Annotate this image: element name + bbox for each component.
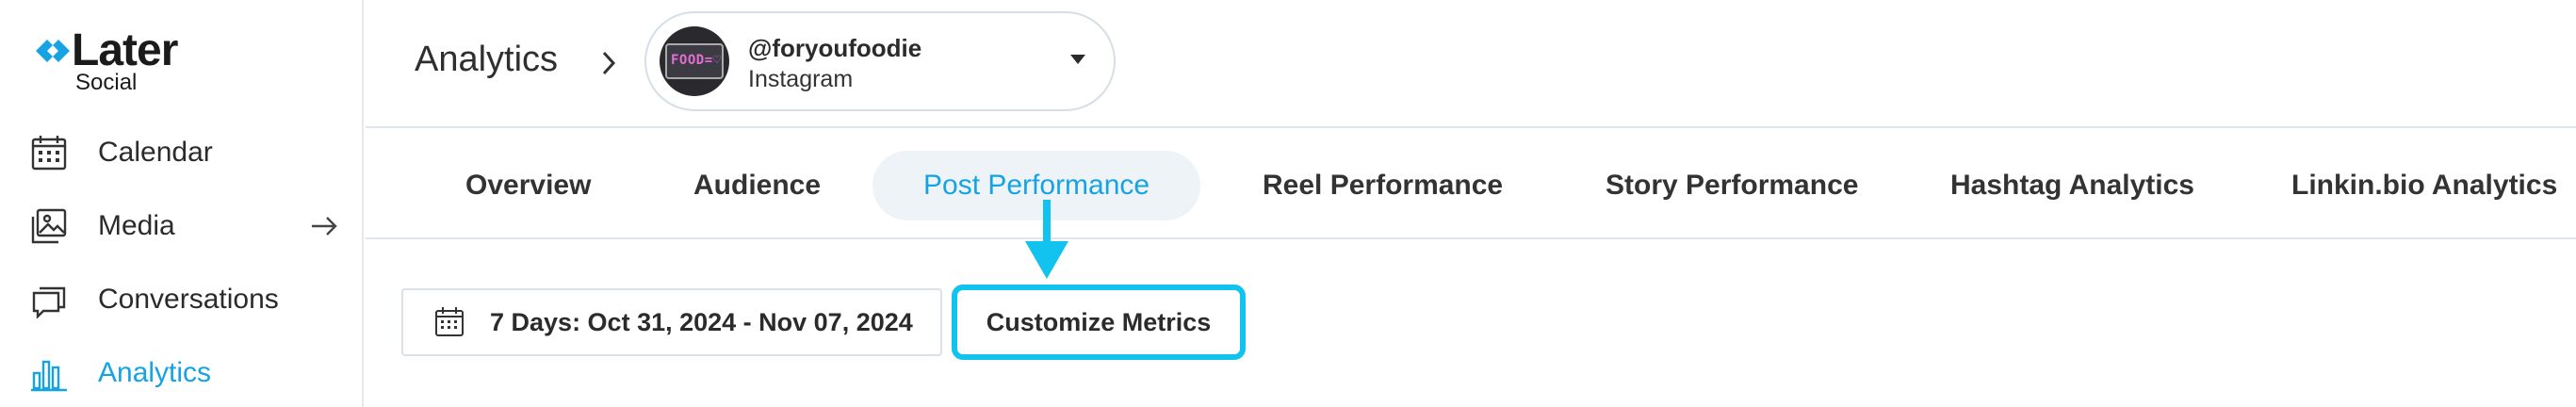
account-handle: @foryoufoodie [748, 34, 922, 62]
avatar: FOOD=♡ [660, 26, 729, 96]
sidebar-item-label: Conversations [98, 284, 279, 315]
chat-icon [28, 279, 70, 320]
caret-down-icon [1070, 55, 1085, 64]
bar-chart-icon [28, 352, 70, 394]
calendar-icon [435, 307, 464, 336]
sidebar-item-calendar[interactable]: Calendar [28, 124, 339, 181]
later-logo[interactable]: Later Social [34, 24, 204, 100]
date-range-button[interactable]: 7 Days: Oct 31, 2024 - Nov 07, 2024 [401, 288, 942, 356]
tab-linkinbio-analytics[interactable]: Linkin.bio Analytics [2241, 151, 2576, 220]
later-logo-icon [36, 40, 70, 62]
analytics-tabs: Overview Audience Post Performance Reel … [366, 130, 2576, 239]
customize-metrics-highlight: Customize Metrics [952, 285, 1246, 360]
brand-product: Social [75, 70, 138, 95]
sidebar-item-media[interactable]: Media [28, 198, 339, 254]
sidebar-item-conversations[interactable]: Conversations [28, 271, 339, 328]
tab-reel-performance[interactable]: Reel Performance [1212, 151, 1554, 220]
arrow-right-icon[interactable] [309, 211, 339, 241]
tab-audience[interactable]: Audience [643, 151, 872, 220]
account-selector[interactable]: FOOD=♡ @foryoufoodie Instagram [644, 11, 1116, 111]
calendar-icon [28, 132, 70, 173]
annotation-arrow-down-icon [1025, 200, 1068, 279]
date-range-label: 7 Days: Oct 31, 2024 - Nov 07, 2024 [490, 307, 913, 336]
sidebar-item-label: Calendar [98, 137, 213, 168]
sidebar-item-label: Media [98, 210, 175, 241]
sidebar-item-label: Analytics [98, 357, 212, 388]
page-header: Analytics FOOD=♡ @foryoufoodie Instagram [366, 0, 2576, 128]
page-title: Analytics [415, 40, 559, 79]
account-network: Instagram [748, 66, 854, 92]
tab-story-performance[interactable]: Story Performance [1555, 151, 1909, 220]
customize-metrics-button[interactable]: Customize Metrics [963, 296, 1234, 349]
tab-hashtag-analytics[interactable]: Hashtag Analytics [1899, 151, 2245, 220]
image-icon [28, 205, 70, 247]
sidebar: Later Social Calendar Media Conversation… [0, 0, 364, 407]
avatar-sign-text: FOOD=♡ [671, 53, 722, 68]
chevron-right-icon [602, 51, 616, 75]
sidebar-item-analytics[interactable]: Analytics [28, 345, 339, 401]
tab-overview[interactable]: Overview [415, 151, 642, 220]
